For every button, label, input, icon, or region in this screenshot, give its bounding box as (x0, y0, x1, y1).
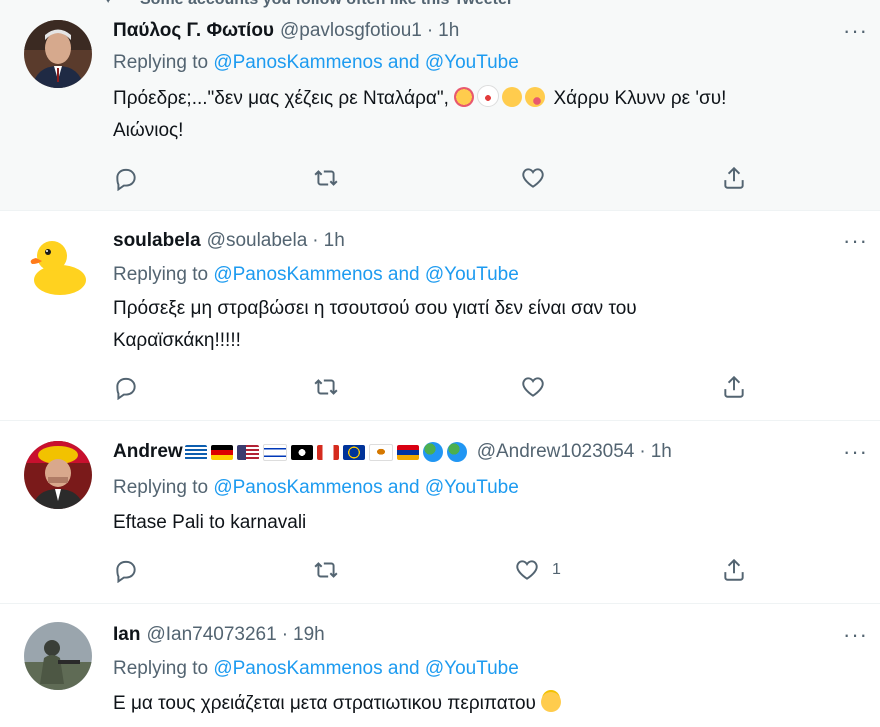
separator: · (639, 441, 646, 462)
share-icon (724, 375, 744, 398)
replying-to: Replying to @PanosKammenos and @YouTube (113, 658, 519, 680)
share-button[interactable] (721, 555, 747, 585)
user-handle[interactable]: @Ian74073261 (146, 624, 276, 646)
replying-to-label: Replying to (113, 52, 209, 73)
like-icon (516, 560, 538, 580)
like-button[interactable] (520, 372, 546, 402)
separator: · (312, 230, 319, 251)
reply-targets-link[interactable]: @PanosKammenos and @YouTube (213, 52, 518, 73)
tweet-text-line: Πρόεδρε;..."δεν μας χέζεις ρε Νταλάρα", (113, 88, 449, 109)
like-icon (522, 168, 544, 188)
germany-flag (210, 444, 233, 460)
armenia-flag (396, 444, 419, 460)
tweet-text-line: Ε μα τους χρειάζεται μετα στρατιωτικου π… (113, 693, 536, 714)
replying-to: Replying to @PanosKammenos and @YouTube (113, 52, 519, 74)
display-name[interactable]: soulabela (113, 230, 201, 252)
rofl-emoji (502, 87, 523, 107)
share-button[interactable] (721, 372, 747, 402)
reply-targets-link[interactable]: @PanosKammenos and @YouTube (213, 658, 518, 679)
replying-to: Replying to @PanosKammenos and @YouTube (113, 264, 519, 286)
tweet-actions (113, 163, 763, 193)
avatar[interactable] (24, 622, 92, 690)
social-context-text: Some accounts you follow often like this… (140, 0, 513, 9)
share-icon (724, 558, 744, 581)
timestamp[interactable]: 1h (324, 230, 345, 252)
pirate-flag (290, 444, 313, 460)
tweet[interactable]: soulabela @soulabela · 1h ··· Replying t… (0, 210, 880, 421)
tweet-text: Eftase Pali to karnavali (113, 507, 873, 539)
replying-to: Replying to @PanosKammenos and @YouTube (113, 477, 519, 499)
canada-flag (316, 444, 339, 460)
separator: · (426, 20, 434, 41)
separator: · (281, 624, 289, 645)
reply-targets-link[interactable]: @PanosKammenos and @YouTube (213, 264, 518, 285)
more-options-icon[interactable]: ··· (843, 228, 868, 254)
like-icon (522, 377, 544, 397)
timestamp[interactable]: 1h (651, 441, 672, 463)
share-button[interactable] (721, 163, 747, 193)
heart-icon: ♥ (104, 0, 112, 6)
like-button[interactable]: 1 (514, 555, 561, 585)
display-name[interactable]: Παύλος Γ. Φωτίου (113, 20, 274, 42)
reply-targets-link[interactable]: @PanosKammenos and @YouTube (213, 477, 518, 498)
user-handle[interactable]: @Andrew1023054 (477, 441, 635, 463)
reply-button[interactable] (113, 163, 139, 193)
social-context-banner: ♥ Some accounts you follow often like th… (0, 0, 880, 14)
share-icon (724, 166, 744, 189)
more-options-icon[interactable]: ··· (843, 439, 868, 465)
like-count: 1 (552, 561, 561, 578)
tweet-actions (113, 372, 763, 402)
retweet-icon (314, 562, 338, 578)
greece-flag (184, 444, 207, 460)
clown-face-emoji (477, 85, 500, 107)
reply-button[interactable] (113, 555, 139, 585)
retweet-button[interactable] (313, 555, 339, 585)
replying-to-label: Replying to (113, 264, 209, 285)
tweet[interactable]: Andrew @Andrew1023054 · 1h ··· Replying … (0, 421, 880, 604)
cyprus-flag (368, 443, 393, 461)
avatar[interactable] (24, 230, 92, 298)
eu-flag (342, 444, 365, 460)
tweet-text: Πρόσεξε μη στραβώσει η τσουτσού σου γιατ… (113, 293, 873, 357)
avatar[interactable] (24, 20, 92, 88)
user-handle[interactable]: @soulabela (207, 230, 308, 252)
usa-flag (236, 444, 259, 460)
reply-icon (116, 377, 136, 400)
tweet-actions: 1 (113, 555, 763, 585)
tweet-text: Πρόεδρε;..."δεν μας χέζεις ρε Νταλάρα", … (113, 83, 873, 147)
tweet-text-line: Αιώνιος! (113, 120, 184, 141)
timestamp[interactable]: 19h (293, 624, 325, 646)
reply-button[interactable] (113, 372, 139, 402)
more-options-icon[interactable]: ··· (843, 18, 868, 44)
tweet-text-line: Χάρρυ Κλυνν ρε 'συ! (553, 88, 727, 109)
replying-to-label: Replying to (113, 477, 209, 498)
display-name[interactable]: Andrew (113, 441, 183, 463)
timestamp[interactable]: 1h (438, 20, 459, 42)
tweet-text-line: Πρόσεξε μη στραβώσει η τσουτσού σου γιατ… (113, 298, 637, 319)
zany-face-emoji (525, 87, 546, 107)
tweet[interactable]: Παύλος Γ. Φωτίου @pavlosgfotiou1 · 1h ··… (0, 14, 880, 211)
display-name[interactable]: Ian (113, 624, 140, 646)
israel-flag (262, 443, 287, 461)
retweet-button[interactable] (313, 163, 339, 193)
retweet-button[interactable] (313, 372, 339, 402)
tweet[interactable]: Ian @Ian74073261 · 19h ··· Replying to @… (0, 604, 880, 727)
globe-emoji (422, 442, 443, 462)
reply-icon (116, 168, 136, 191)
retweet-icon (314, 170, 338, 186)
reply-icon (116, 560, 136, 583)
tweet-text: Ε μα τους χρειάζεται μετα στρατιωτικου π… (113, 688, 873, 720)
like-button[interactable] (520, 163, 546, 193)
more-options-icon[interactable]: ··· (843, 622, 868, 648)
avatar[interactable] (24, 441, 92, 509)
retweet-icon (314, 379, 338, 395)
tweet-text-line: Καραϊσκάκη!!!!! (113, 330, 241, 351)
tweet-text-line: Eftase Pali to karnavali (113, 512, 307, 533)
globe-emoji (446, 442, 467, 462)
replying-to-label: Replying to (113, 658, 209, 679)
party-face-emoji (454, 87, 475, 107)
flag-emojis (184, 442, 471, 462)
angel-face-emoji (541, 692, 562, 712)
user-handle[interactable]: @pavlosgfotiou1 (280, 20, 422, 42)
